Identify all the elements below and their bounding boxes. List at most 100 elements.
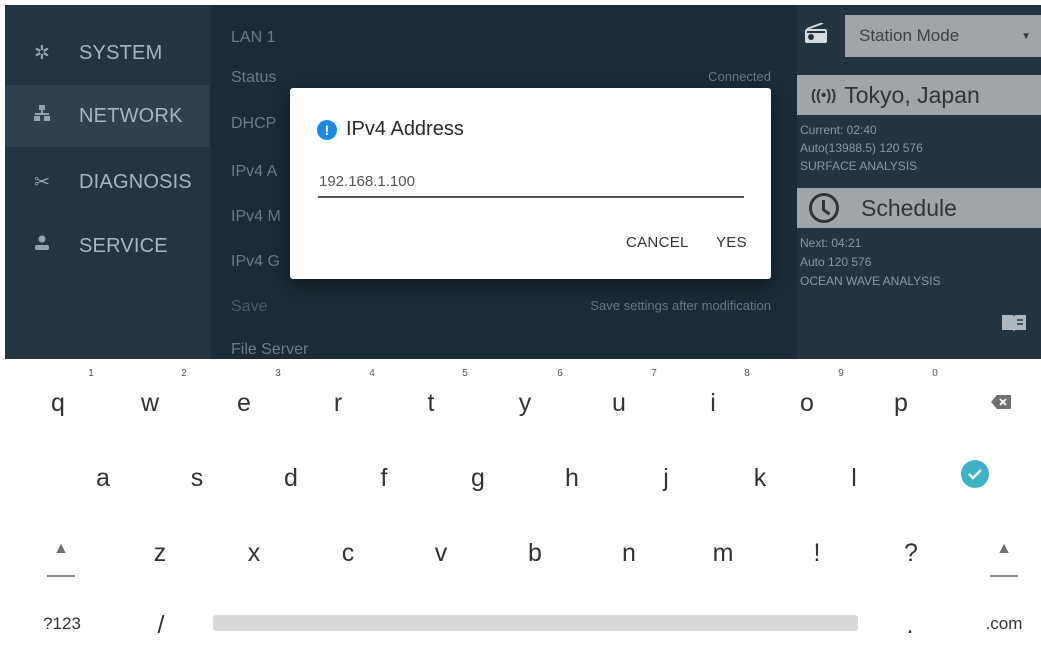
key-r[interactable]: r: [318, 389, 358, 418]
key-w[interactable]: w: [130, 389, 170, 418]
key-v[interactable]: v: [421, 539, 461, 568]
schedule-button[interactable]: Schedule: [797, 188, 1041, 228]
key-g[interactable]: g: [458, 464, 498, 493]
book-icon[interactable]: [1001, 313, 1027, 333]
key-p[interactable]: p: [881, 389, 921, 418]
key-hint-1: 1: [88, 368, 94, 379]
network-icon: [5, 104, 79, 128]
key-hint-7: 7: [651, 368, 657, 379]
key-x[interactable]: x: [234, 539, 274, 568]
key-period[interactable]: .: [890, 611, 930, 640]
file-server-label: File Server: [231, 341, 309, 358]
yes-button[interactable]: YES: [716, 234, 747, 251]
current-time: Current: 02:40: [800, 123, 877, 137]
dotcom-key[interactable]: .com: [974, 614, 1034, 634]
ipv4-address-dialog: ! IPv4 Address CANCEL YES: [290, 88, 771, 279]
ipv4-mask-label: IPv4 M: [231, 208, 281, 225]
key-u[interactable]: u: [599, 389, 639, 418]
key-d[interactable]: d: [271, 464, 311, 493]
save-hint: Save settings after modification: [590, 298, 771, 313]
key-m[interactable]: m: [703, 539, 743, 568]
sidebar-item-label: SERVICE: [79, 234, 168, 257]
antenna-icon: ((•)): [811, 86, 837, 104]
shift-right-icon[interactable]: ▲: [984, 540, 1024, 558]
sidebar-item-label: DIAGNOSIS: [79, 170, 192, 193]
key-hint-2: 2: [181, 368, 187, 379]
enter-check-icon[interactable]: [961, 460, 989, 488]
key-k[interactable]: k: [740, 464, 780, 493]
radio-icon: [805, 23, 827, 43]
sidebar-item-label: NETWORK: [79, 104, 183, 127]
key-s[interactable]: s: [177, 464, 217, 493]
ipv4-address-input[interactable]: [318, 170, 744, 198]
status-label: Status: [231, 69, 277, 86]
key-hint-5: 5: [462, 368, 468, 379]
station-mode-value: Station Mode: [859, 26, 960, 45]
schedule-label: Schedule: [861, 194, 957, 221]
key-l[interactable]: l: [834, 464, 874, 493]
key-a[interactable]: a: [83, 464, 123, 493]
tools-icon: ✂: [34, 171, 50, 193]
key-j[interactable]: j: [646, 464, 686, 493]
key-question[interactable]: ?: [891, 539, 931, 568]
key-hint-6: 6: [557, 368, 563, 379]
backspace-icon[interactable]: [991, 395, 1011, 409]
cancel-button[interactable]: CANCEL: [626, 234, 689, 251]
status-value: Connected: [708, 69, 771, 84]
key-z[interactable]: z: [140, 539, 180, 568]
current-detail: Auto(13988.5) 120 576: [800, 141, 923, 155]
key-hint-0: 0: [932, 368, 938, 379]
key-i[interactable]: i: [693, 389, 733, 418]
key-hint-3: 3: [275, 368, 281, 379]
space-bar[interactable]: [213, 615, 858, 631]
key-q[interactable]: q: [38, 389, 78, 418]
sidebar-item-service[interactable]: SERVICE: [5, 215, 209, 277]
symbols-key[interactable]: ?123: [32, 614, 92, 634]
ipv4-gateway-label: IPv4 G: [231, 253, 280, 270]
section-label: LAN 1: [231, 29, 276, 46]
soft-keyboard: 1 2 3 4 5 6 7 8 9 0 q w e r t y u i o p …: [0, 359, 1041, 646]
key-exclamation[interactable]: !: [797, 539, 837, 568]
sidebar-item-network[interactable]: NETWORK: [5, 85, 209, 147]
sidebar-nav: ✲ SYSTEM NETWORK ✂ DIAGNOSIS SERVICE: [5, 5, 211, 359]
key-t[interactable]: t: [411, 389, 451, 418]
next-detail: Auto 120 576: [800, 255, 872, 269]
exclamation-icon: !: [317, 119, 337, 140]
gear-icon: ✲: [34, 42, 50, 64]
clock-icon: [809, 193, 839, 223]
ipv4-address-label: IPv4 A: [231, 163, 278, 180]
dialog-title: ! IPv4 Address: [317, 118, 464, 141]
sidebar-item-label: SYSTEM: [79, 41, 163, 64]
key-y[interactable]: y: [505, 389, 545, 418]
location-display: ((•)) Tokyo, Japan: [797, 75, 1041, 115]
section-title: LAN 1: [231, 29, 771, 47]
key-c[interactable]: c: [328, 539, 368, 568]
key-n[interactable]: n: [609, 539, 649, 568]
key-slash[interactable]: /: [141, 611, 181, 640]
person-icon: [5, 235, 79, 257]
station-status-panel: Station Mode ▼ ((•)) Tokyo, Japan Curren…: [797, 5, 1041, 359]
key-hint-8: 8: [744, 368, 750, 379]
shift-right-underline: [990, 575, 1018, 577]
save-button[interactable]: Save: [231, 298, 267, 316]
key-hint-4: 4: [369, 368, 375, 379]
station-mode-select[interactable]: Station Mode ▼: [845, 15, 1041, 57]
dropdown-arrow-icon: ▼: [1021, 31, 1031, 42]
current-product: SURFACE ANALYSIS: [800, 159, 918, 173]
dhcp-label: DHCP: [231, 115, 277, 132]
shift-left-underline: [47, 575, 75, 577]
key-e[interactable]: e: [224, 389, 264, 418]
sidebar-item-system[interactable]: ✲ SYSTEM: [5, 22, 209, 84]
key-b[interactable]: b: [515, 539, 555, 568]
dialog-title-text: IPv4 Address: [346, 118, 464, 140]
next-product: OCEAN WAVE ANALYSIS: [800, 274, 941, 288]
save-row[interactable]: Save Save settings after modification: [231, 298, 771, 316]
file-server-row[interactable]: File Server: [231, 341, 771, 359]
key-h[interactable]: h: [552, 464, 592, 493]
sidebar-item-diagnosis[interactable]: ✂ DIAGNOSIS: [5, 151, 209, 213]
key-f[interactable]: f: [364, 464, 404, 493]
key-o[interactable]: o: [787, 389, 827, 418]
shift-left-icon[interactable]: ▲: [41, 540, 81, 558]
location-label: Tokyo, Japan: [844, 81, 980, 108]
status-row[interactable]: Status Connected: [231, 69, 771, 87]
